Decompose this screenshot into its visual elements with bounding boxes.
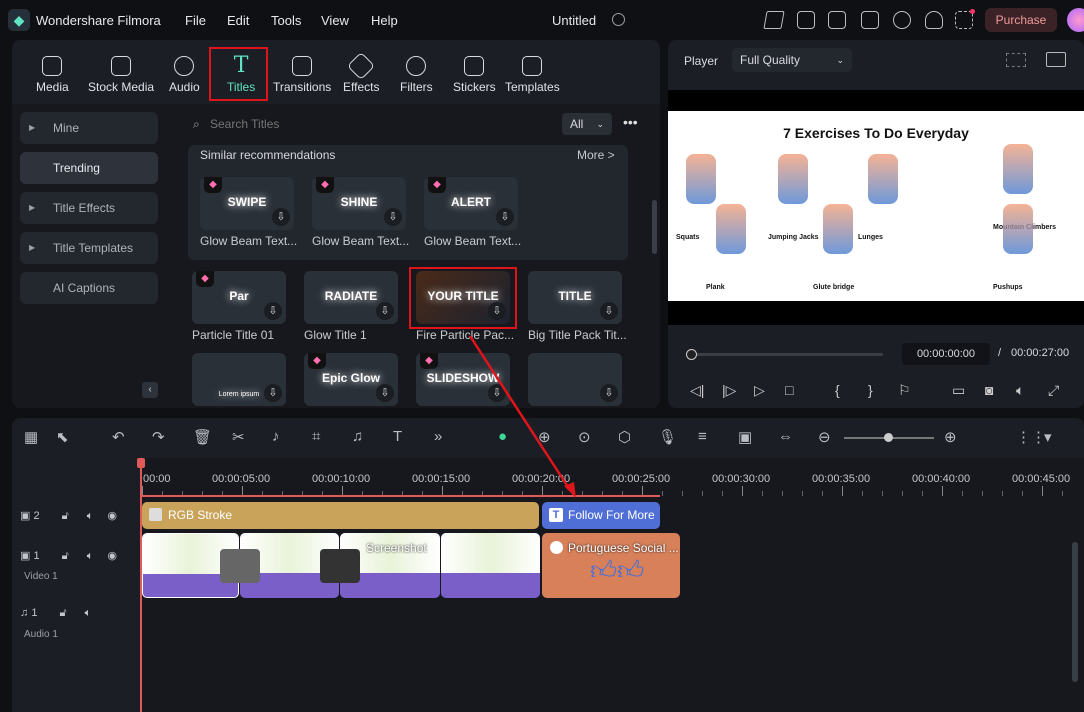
annotation-arrow [468,335,576,498]
